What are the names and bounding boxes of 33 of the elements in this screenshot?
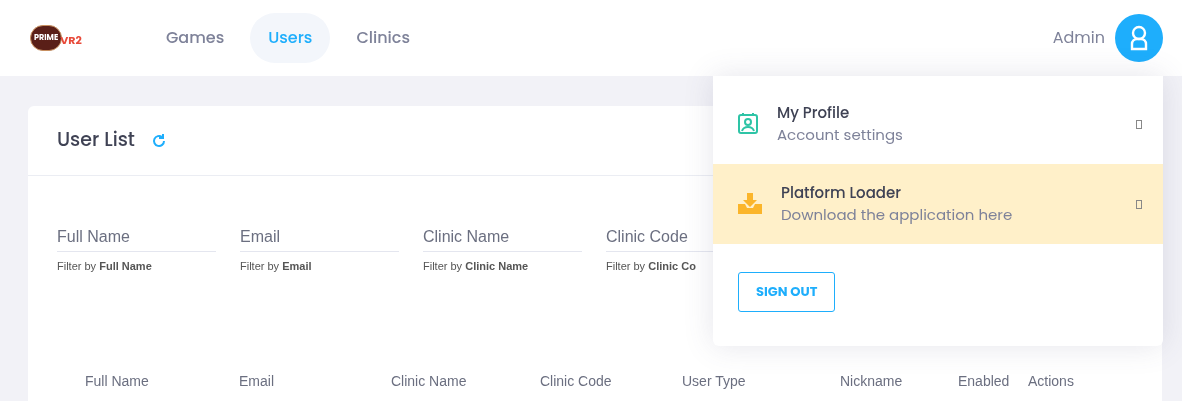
nav-tab[interactable]: Users xyxy=(250,13,331,63)
column-header: Clinic Code xyxy=(539,371,613,391)
avatar-button[interactable] xyxy=(1115,14,1163,62)
menu-item[interactable]: My Profile Account settings xyxy=(713,84,1163,164)
column-header: Email xyxy=(238,371,275,391)
column-header: Actions xyxy=(1028,371,1074,391)
filter-field[interactable]: Clinic Name xyxy=(423,222,582,252)
menu-item-subtitle: Download the application here xyxy=(781,204,1013,227)
filter-hint: Filter by Clinic Name xyxy=(423,259,530,274)
filter-field[interactable]: Clinic Code xyxy=(606,222,765,252)
filter-hint: Filter by Full Name xyxy=(57,259,153,274)
column-header: Nickname xyxy=(839,371,904,391)
user-name: Admin xyxy=(1052,26,1105,50)
nav-tab[interactable]: Clinics xyxy=(338,13,428,63)
menu-item-title: Platform Loader xyxy=(781,181,903,204)
download-tray-icon xyxy=(737,192,763,216)
filter-hint: Filter by Clinic Co xyxy=(606,259,697,274)
refresh-icon[interactable] xyxy=(150,132,167,149)
filter-field[interactable]: Email xyxy=(240,222,399,252)
menu-item[interactable]: Platform Loader Download the application here xyxy=(713,164,1163,244)
nav-tab[interactable]: Games xyxy=(148,13,243,63)
column-header: Full Name xyxy=(84,371,150,391)
sign-out-button[interactable]: SIGN OUT xyxy=(738,272,836,312)
menu-item-title: My Profile xyxy=(777,101,851,124)
card-title: User List xyxy=(57,126,135,155)
profile-card-icon xyxy=(737,112,759,136)
filter-field[interactable]: Full Name xyxy=(57,222,216,252)
column-header: Clinic Name xyxy=(390,371,468,391)
menu-item-subtitle: Account settings xyxy=(777,124,903,147)
column-header: User Type xyxy=(681,371,747,391)
user-icon xyxy=(1129,25,1149,51)
filter-hint: Filter by Email xyxy=(240,259,313,274)
column-header: Enabled xyxy=(957,371,1011,391)
